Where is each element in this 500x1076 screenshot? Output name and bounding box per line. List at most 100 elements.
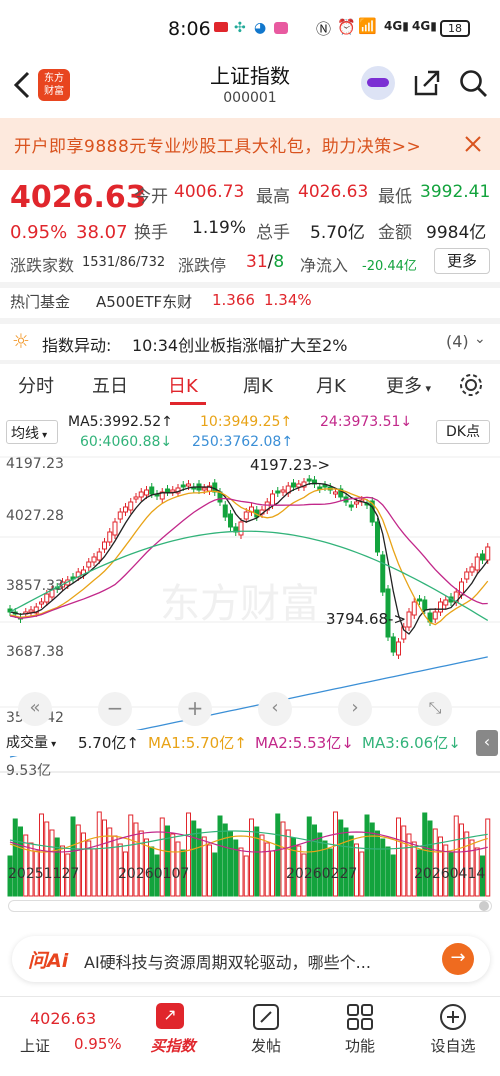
trend-up-icon[interactable]: ↗ <box>156 1003 184 1029</box>
promo-text[interactable]: 开户即享9888元专业炒股工具大礼包，助力决策>> <box>14 132 421 157</box>
dk-point-button[interactable]: DK点 <box>436 420 490 444</box>
kline-chart[interactable]: 均线 ▾ MA5:3992.52↑ 10:3949.25↑ 24:3973.51… <box>0 412 500 922</box>
candle <box>149 486 155 495</box>
arrow-right-icon[interactable]: → <box>442 943 474 975</box>
nfc-icon: Ⓝ <box>316 20 332 38</box>
alert-count: (4) <box>446 332 469 351</box>
volume-bar <box>207 844 212 897</box>
edit-post-icon[interactable] <box>252 1003 280 1031</box>
scroll-right-icon[interactable]: › <box>338 692 372 726</box>
share-icon[interactable] <box>412 68 442 98</box>
app-notification-icon: ✣ <box>234 20 246 36</box>
add-watchlist-button[interactable]: 设自选 <box>420 1035 486 1056</box>
volume-bar <box>243 855 249 897</box>
candle <box>117 511 123 520</box>
candle <box>390 636 396 653</box>
tab-intraday[interactable]: 分时 <box>18 372 54 398</box>
index-alert-row[interactable]: ☼ 指数异动: 10:34创业板指涨幅扩大至2% (4) ⌄ <box>0 324 500 360</box>
scroll-left-icon[interactable]: ‹ <box>258 692 292 726</box>
tab-monthly-k[interactable]: 月K <box>316 372 346 398</box>
candle <box>128 501 134 511</box>
function-grid-icon[interactable] <box>346 1003 374 1031</box>
bottom-toolbar: 4026.63 上证 0.95% ↗ 买指数 发帖 功能 设自选 <box>0 996 500 1076</box>
ai-question-bar[interactable]: 问Ai AI硬科技与资源周期双轮驱动，哪些个... → <box>12 936 490 982</box>
ai-assistant-avatar[interactable] <box>361 66 395 100</box>
alert-text[interactable]: 10:34创业板指涨幅扩大至2% <box>132 332 348 356</box>
ma5-legend: MA5:3992.52↑ <box>68 414 173 430</box>
volume-bar <box>338 819 344 897</box>
amount-label: 金额 <box>378 223 412 243</box>
tab-more[interactable]: 更多 ▾ <box>386 372 431 398</box>
volume-bar <box>217 815 223 897</box>
breadth-label: 涨跌家数 <box>10 256 75 275</box>
close-icon[interactable] <box>464 135 482 153</box>
candle <box>422 599 428 611</box>
chart-scrollbar[interactable] <box>8 900 492 912</box>
candle <box>165 488 170 493</box>
volume-bar <box>312 824 317 897</box>
candle <box>144 489 149 496</box>
y-tick-label: 4197.23 <box>6 456 64 472</box>
low-value: 3992.41 <box>420 182 491 202</box>
open-value: 4006.73 <box>174 182 245 202</box>
ma-selector[interactable]: 均线 ▾ <box>6 420 58 444</box>
quote-panel: 4026.63 0.95% 38.07 今开 4006.73 最高 4026.6… <box>0 170 500 282</box>
more-button[interactable]: 更多 <box>434 248 490 274</box>
search-icon[interactable] <box>458 68 488 98</box>
ai-prompt-text[interactable]: AI硬科技与资源周期双轮驱动，哪些个... <box>84 949 371 973</box>
buy-index-button[interactable]: 买指数 <box>140 1035 206 1056</box>
candle <box>432 611 438 620</box>
volume-selector[interactable]: 成交量 ▾ <box>6 732 56 752</box>
candle <box>243 511 249 520</box>
tab-five-day[interactable]: 五日 <box>92 372 128 398</box>
volume-bar <box>233 839 239 897</box>
candle <box>270 493 275 506</box>
candle <box>123 506 128 513</box>
volume-bar <box>459 823 464 897</box>
y-tick-label: 3857.33 <box>6 578 64 594</box>
bottom-price: 4026.63 <box>30 1009 97 1028</box>
zoom-in-icon[interactable]: + <box>178 692 212 726</box>
alert-label: 指数异动: <box>42 336 112 355</box>
inflow-value: -20.44亿 <box>362 259 417 274</box>
hot-fund-name[interactable]: A500ETF东财 <box>96 291 192 312</box>
ma60-legend: 60:4060.88↓ <box>80 434 173 450</box>
candle <box>112 521 118 536</box>
zoom-out-icon[interactable]: − <box>98 692 132 726</box>
volume-bar <box>401 825 407 897</box>
fullscreen-icon[interactable]: ⤡ <box>418 692 452 726</box>
candle <box>380 554 386 593</box>
function-button[interactable]: 功能 <box>330 1035 390 1056</box>
collapse-panel-icon[interactable]: ‹ <box>476 730 498 756</box>
hot-fund-row[interactable]: 热门基金 A500ETF东财 1.366 1.34% <box>0 288 500 318</box>
add-watchlist-icon[interactable] <box>439 1003 467 1031</box>
post-button[interactable]: 发帖 <box>236 1035 296 1056</box>
volume-bar <box>285 829 291 897</box>
status-bar: 8:06 ✣ ◕ Ⓝ ⏰ 📶 4G▮ 4G▮ 18 <box>0 0 500 52</box>
volume-bar <box>385 846 391 897</box>
turnover-label: 换手 <box>134 223 168 243</box>
volume-bar <box>453 815 459 897</box>
candle <box>474 556 480 571</box>
volume-bar <box>159 817 165 897</box>
y-tick-label: 3687.38 <box>6 644 64 660</box>
candle <box>354 501 359 505</box>
candle <box>317 486 323 490</box>
date-tick: 20260107 <box>118 866 190 882</box>
candle <box>375 521 380 553</box>
promo-banner[interactable]: 开户即享9888元专业炒股工具大礼包，助力决策>> <box>0 118 500 170</box>
volume-bar <box>75 824 81 897</box>
candle <box>438 601 443 613</box>
volume-bar <box>422 812 428 897</box>
date-tick: 20260227 <box>286 866 358 882</box>
candle <box>417 598 422 602</box>
breadth-value: 1531/86/732 <box>82 255 166 270</box>
alarm-icon: ⏰ <box>337 18 356 36</box>
tab-daily-k[interactable]: 日K <box>168 372 198 398</box>
bottom-index-name: 上证 <box>20 1037 51 1055</box>
scroll-left-fast-icon[interactable]: « <box>18 692 52 726</box>
settings-gear-icon[interactable] <box>458 372 484 398</box>
chevron-down-icon[interactable]: ⌄ <box>474 331 486 347</box>
tab-weekly-k[interactable]: 周K <box>243 372 273 398</box>
volume-bar <box>333 811 338 897</box>
